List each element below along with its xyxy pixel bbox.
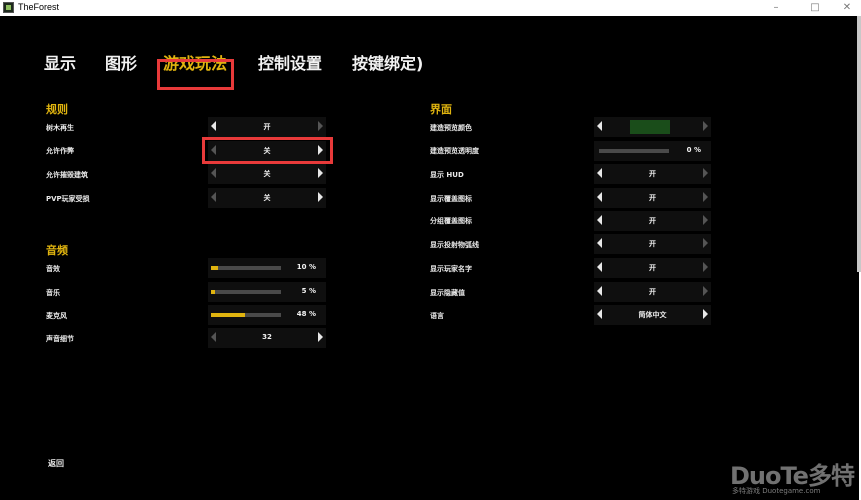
app-icon bbox=[3, 2, 14, 13]
label-allow-destroy-buildings: 允许摧毁建筑 bbox=[46, 171, 88, 179]
label-pvp-damage: PVP玩家受损 bbox=[46, 195, 90, 203]
arrow-right-icon[interactable] bbox=[703, 168, 708, 178]
tab-highlight-box bbox=[157, 59, 234, 90]
build-preview-opacity-slider[interactable]: 0 % bbox=[594, 141, 711, 161]
arrow-right-icon[interactable] bbox=[703, 121, 708, 131]
selector-value: 开 bbox=[649, 240, 656, 248]
row-highlight-box bbox=[202, 137, 333, 164]
window-titlebar: TheForest – □ ✕ bbox=[0, 0, 861, 16]
label-language: 语言 bbox=[430, 312, 444, 320]
selector-value: 简体中文 bbox=[638, 311, 667, 319]
selector-value: 开 bbox=[649, 170, 656, 178]
show-hidden-values-selector[interactable]: 开 bbox=[594, 282, 711, 302]
arrow-right-icon[interactable] bbox=[703, 262, 708, 272]
tab-keybindings[interactable]: 按键绑定) bbox=[352, 50, 423, 74]
slider-fill bbox=[211, 290, 215, 294]
slider-track[interactable] bbox=[211, 290, 281, 294]
arrow-right-icon[interactable] bbox=[318, 332, 323, 342]
label-microphone: 麦克风 bbox=[46, 312, 67, 320]
tab-controls[interactable]: 控制设置 bbox=[258, 50, 322, 74]
arrow-right-icon[interactable] bbox=[318, 168, 323, 178]
label-tree-regrowth: 树木再生 bbox=[46, 124, 74, 132]
slider-track[interactable] bbox=[211, 313, 281, 317]
show-overlay-icons-selector[interactable]: 开 bbox=[594, 188, 711, 208]
section-title-rules: 规则 bbox=[46, 103, 68, 116]
slider-value: 5 % bbox=[301, 287, 316, 295]
tab-graphics[interactable]: 图形 bbox=[105, 50, 137, 74]
selector-value: 32 bbox=[262, 333, 272, 341]
tree-regrowth-selector[interactable]: 开 bbox=[208, 117, 326, 137]
label-group-overlay-icons: 分组覆盖图标 bbox=[430, 217, 472, 225]
section-title-interface: 界面 bbox=[430, 103, 452, 116]
allow-destroy-buildings-selector[interactable]: 关 bbox=[208, 164, 326, 184]
arrow-right-icon[interactable] bbox=[703, 238, 708, 248]
label-sound-detail: 声音细节 bbox=[46, 335, 74, 343]
slider-track[interactable] bbox=[599, 149, 669, 153]
arrow-right-icon[interactable] bbox=[318, 192, 323, 202]
music-slider[interactable]: 5 % bbox=[208, 282, 326, 302]
microphone-slider[interactable]: 48 % bbox=[208, 305, 326, 325]
pvp-damage-selector[interactable]: 关 bbox=[208, 188, 326, 208]
selector-value: 关 bbox=[263, 194, 271, 202]
show-projectile-arc-selector[interactable]: 开 bbox=[594, 234, 711, 254]
group-overlay-icons-selector[interactable]: 开 bbox=[594, 211, 711, 231]
back-button[interactable]: 返回 bbox=[48, 458, 64, 469]
tab-display[interactable]: 显示 bbox=[44, 50, 76, 74]
arrow-right-icon[interactable] bbox=[703, 215, 708, 225]
selector-value: 开 bbox=[649, 217, 656, 225]
show-hud-selector[interactable]: 开 bbox=[594, 164, 711, 184]
arrow-right-icon[interactable] bbox=[703, 192, 708, 202]
close-button[interactable]: ✕ bbox=[833, 0, 861, 16]
label-sfx: 音效 bbox=[46, 265, 60, 273]
label-build-preview-opacity: 建造预览透明度 bbox=[430, 147, 479, 155]
build-preview-color-selector[interactable] bbox=[594, 117, 711, 137]
arrow-right-icon[interactable] bbox=[703, 309, 708, 319]
sfx-slider[interactable]: 10 % bbox=[208, 258, 326, 278]
label-show-overlay-icons: 显示覆盖图标 bbox=[430, 195, 472, 203]
selector-value: 开 bbox=[263, 123, 271, 131]
slider-value: 0 % bbox=[686, 146, 701, 154]
selector-value: 开 bbox=[649, 288, 656, 296]
watermark-subtitle: 多特游戏 Duotegame.com bbox=[732, 487, 821, 495]
label-music: 音乐 bbox=[46, 289, 60, 297]
scrollbar[interactable] bbox=[857, 16, 861, 272]
window-title: TheForest bbox=[18, 2, 60, 12]
sound-detail-selector[interactable]: 32 bbox=[208, 328, 326, 348]
selector-value: 开 bbox=[649, 264, 656, 272]
game-viewport bbox=[0, 16, 859, 500]
minimize-button[interactable]: – bbox=[762, 0, 790, 16]
label-build-preview-color: 建造预览颜色 bbox=[430, 124, 472, 132]
color-swatch bbox=[630, 120, 670, 134]
selector-value: 关 bbox=[263, 170, 271, 178]
arrow-left-icon[interactable] bbox=[597, 121, 602, 131]
label-show-player-names: 显示玩家名字 bbox=[430, 265, 472, 273]
show-player-names-selector[interactable]: 开 bbox=[594, 258, 711, 278]
slider-value: 48 % bbox=[296, 310, 316, 318]
arrow-right-icon[interactable] bbox=[318, 121, 323, 131]
slider-fill bbox=[211, 313, 245, 317]
slider-fill bbox=[211, 266, 218, 270]
label-allow-cheats: 允许作弊 bbox=[46, 147, 74, 155]
selector-value: 开 bbox=[649, 194, 656, 202]
arrow-right-icon[interactable] bbox=[703, 286, 708, 296]
label-show-projectile-arc: 显示投射物弧线 bbox=[430, 241, 479, 249]
maximize-button[interactable]: □ bbox=[801, 0, 829, 16]
label-show-hud: 显示 HUD bbox=[430, 171, 464, 179]
language-selector[interactable]: 简体中文 bbox=[594, 305, 711, 325]
slider-track[interactable] bbox=[211, 266, 281, 270]
slider-value: 10 % bbox=[296, 263, 316, 271]
section-title-audio: 音频 bbox=[46, 244, 68, 257]
label-show-hidden-values: 显示隐藏值 bbox=[430, 289, 465, 297]
